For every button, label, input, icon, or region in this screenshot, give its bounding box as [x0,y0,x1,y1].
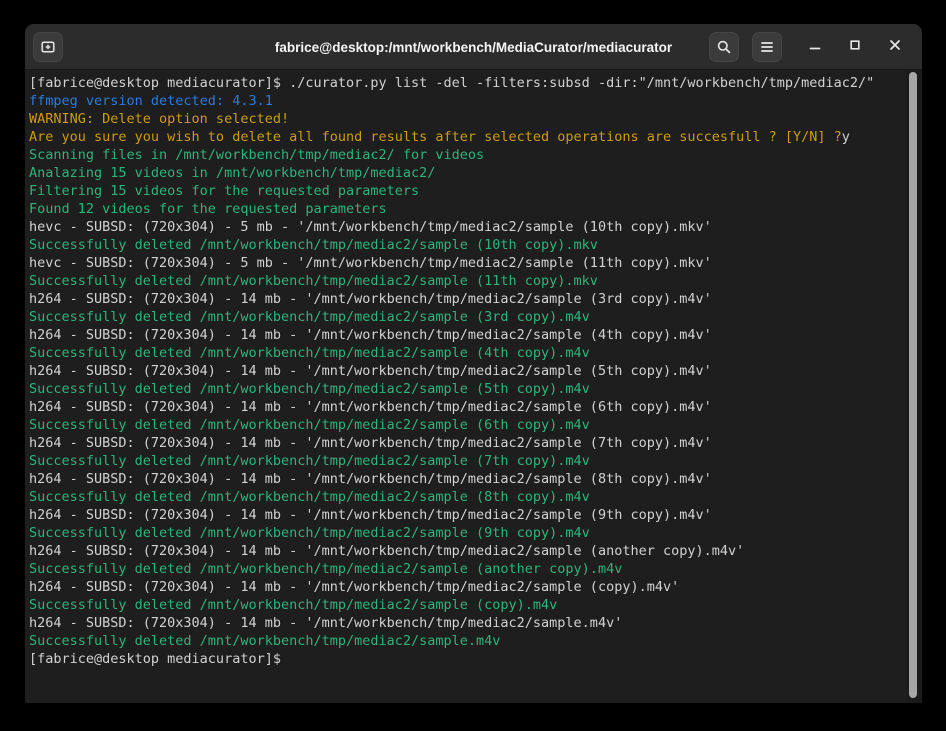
terminal-line: h264 - SUBSD: (720x304) - 14 mb - '/mnt/… [29,470,922,488]
terminal-line: Successfully deleted /mnt/workbench/tmp/… [29,596,922,614]
terminal-line: Found 12 videos for the requested parame… [29,200,922,218]
terminal-line: Filtering 15 videos for the requested pa… [29,182,922,200]
close-button[interactable] [883,35,907,59]
terminal-line: h264 - SUBSD: (720x304) - 14 mb - '/mnt/… [29,542,922,560]
terminal-line: Successfully deleted /mnt/workbench/tmp/… [29,416,922,434]
terminal-line: h264 - SUBSD: (720x304) - 14 mb - '/mnt/… [29,362,922,380]
terminal-line: Successfully deleted /mnt/workbench/tmp/… [29,380,922,398]
terminal-line: h264 - SUBSD: (720x304) - 14 mb - '/mnt/… [29,506,922,524]
scrollbar-thumb[interactable] [909,72,917,698]
new-tab-button[interactable] [33,32,63,62]
terminal-line: Successfully deleted /mnt/workbench/tmp/… [29,344,922,362]
search-icon [716,39,732,55]
maximize-button[interactable] [843,35,867,59]
close-icon [888,38,902,57]
menu-button[interactable] [752,32,782,62]
terminal-line: WARNING: Delete option selected! [29,110,922,128]
terminal-line: h264 - SUBSD: (720x304) - 14 mb - '/mnt/… [29,578,922,596]
window-title: fabrice@desktop:/mnt/workbench/MediaCura… [25,24,922,70]
terminal-line: Successfully deleted /mnt/workbench/tmp/… [29,272,922,290]
minimize-button[interactable] [803,35,827,59]
scrollbar-track [906,71,922,703]
hamburger-menu-icon [760,41,774,53]
titlebar[interactable]: fabrice@desktop:/mnt/workbench/MediaCura… [25,24,922,70]
terminal-line: h264 - SUBSD: (720x304) - 14 mb - '/mnt/… [29,614,922,632]
terminal-line: Scanning files in /mnt/workbench/tmp/med… [29,146,922,164]
terminal-line: hevc - SUBSD: (720x304) - 5 mb - '/mnt/w… [29,218,922,236]
terminal-line: hevc - SUBSD: (720x304) - 5 mb - '/mnt/w… [29,254,922,272]
terminal-line: h264 - SUBSD: (720x304) - 14 mb - '/mnt/… [29,326,922,344]
terminal-line: [fabrice@desktop mediacurator]$ ./curato… [29,74,922,92]
terminal-line: h264 - SUBSD: (720x304) - 14 mb - '/mnt/… [29,434,922,452]
search-button[interactable] [709,32,739,62]
terminal-line: ffmpeg version detected: 4.3.1 [29,92,922,110]
terminal-line: Are you sure you wish to delete all foun… [29,128,922,146]
terminal-line: Analazing 15 videos in /mnt/workbench/tm… [29,164,922,182]
minimize-icon [808,38,822,57]
new-tab-icon [40,39,56,55]
terminal-window: fabrice@desktop:/mnt/workbench/MediaCura… [25,24,922,703]
terminal-line: Successfully deleted /mnt/workbench/tmp/… [29,308,922,326]
terminal-line: [fabrice@desktop mediacurator]$ [29,650,922,668]
terminal-line: Successfully deleted /mnt/workbench/tmp/… [29,524,922,542]
terminal-line: Successfully deleted /mnt/workbench/tmp/… [29,452,922,470]
terminal-line: h264 - SUBSD: (720x304) - 14 mb - '/mnt/… [29,398,922,416]
terminal-line: Successfully deleted /mnt/workbench/tmp/… [29,632,922,650]
terminal-output[interactable]: [fabrice@desktop mediacurator]$ ./curato… [25,71,922,703]
terminal-line: Successfully deleted /mnt/workbench/tmp/… [29,560,922,578]
terminal-line: Successfully deleted /mnt/workbench/tmp/… [29,488,922,506]
maximize-icon [848,38,862,57]
terminal-line: h264 - SUBSD: (720x304) - 14 mb - '/mnt/… [29,290,922,308]
terminal-line: Successfully deleted /mnt/workbench/tmp/… [29,236,922,254]
